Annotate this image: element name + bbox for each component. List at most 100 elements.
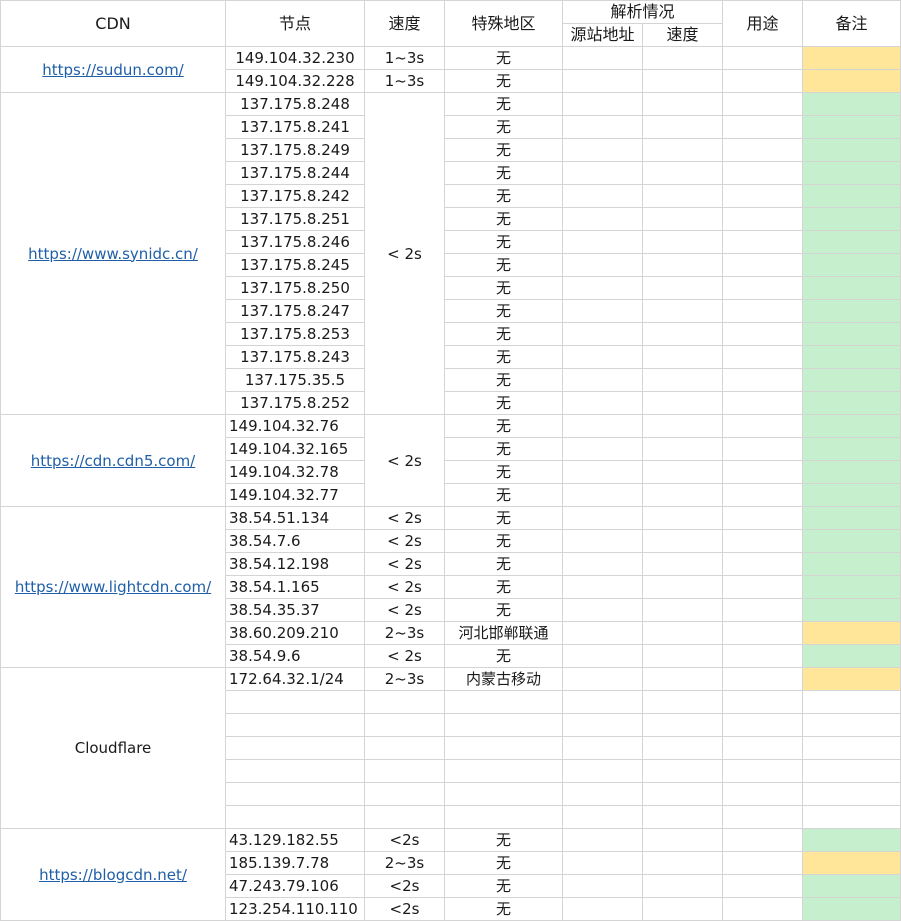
resolve-speed-cell: [642, 598, 723, 622]
resolve-speed-cell: [642, 667, 723, 691]
usage-cell: [722, 322, 803, 346]
speed-cell: [364, 782, 445, 806]
header-node: 节点: [225, 0, 365, 47]
usage-cell: [722, 897, 803, 921]
cdn-link[interactable]: https://www.synidc.cn/: [28, 245, 198, 263]
header-speed: 速度: [364, 0, 445, 47]
node-cell: [225, 782, 365, 806]
origin-cell: [562, 230, 643, 254]
resolve-speed-cell: [642, 506, 723, 530]
origin-cell: [562, 69, 643, 93]
cdn-cell[interactable]: https://cdn.cdn5.com/: [0, 414, 226, 507]
speed-cell: < 2s: [364, 598, 445, 622]
cdn-link[interactable]: https://blogcdn.net/: [39, 866, 187, 884]
resolve-speed-cell: [642, 437, 723, 461]
cdn-cell[interactable]: https://www.synidc.cn/: [0, 92, 226, 415]
note-cell: [802, 345, 901, 369]
header-usage: 用途: [722, 0, 803, 47]
resolve-speed-cell: [642, 391, 723, 415]
node-cell: 137.175.35.5: [225, 368, 365, 392]
origin-cell: [562, 322, 643, 346]
resolve-speed-cell: [642, 828, 723, 852]
note-cell: [802, 115, 901, 139]
speed-cell: < 2s: [364, 506, 445, 530]
table-body: https://sudun.com/149.104.32.230 1~3s 无 149…: [0, 46, 901, 921]
cdn-cell[interactable]: https://blogcdn.net/: [0, 828, 226, 921]
node-cell: 47.243.79.106: [225, 874, 365, 898]
usage-cell: [722, 184, 803, 208]
note-cell: [802, 874, 901, 898]
usage-cell: [722, 437, 803, 461]
origin-cell: [562, 161, 643, 185]
region-cell: 无: [444, 552, 563, 576]
cdn-link[interactable]: https://cdn.cdn5.com/: [31, 452, 196, 470]
region-cell: 无: [444, 345, 563, 369]
node-cell: [225, 690, 365, 714]
node-cell: 38.54.1.165: [225, 575, 365, 599]
region-cell: 无: [444, 253, 563, 277]
node-cell: 38.54.35.37: [225, 598, 365, 622]
region-cell: 无: [444, 506, 563, 530]
cdn-link[interactable]: https://www.lightcdn.com/: [15, 578, 211, 596]
usage-cell: [722, 667, 803, 691]
note-cell: [802, 552, 901, 576]
note-cell: [802, 897, 901, 921]
cdn-cell[interactable]: https://www.lightcdn.com/: [0, 506, 226, 668]
header-note: 备注: [802, 0, 901, 47]
speed-cell: 1~3s: [364, 46, 445, 70]
note-cell: [802, 253, 901, 277]
origin-cell: [562, 414, 643, 438]
node-cell: 149.104.32.78: [225, 460, 365, 484]
speed-cell: 1~3s: [364, 69, 445, 93]
speed-cell: 2~3s: [364, 621, 445, 645]
note-cell: [802, 46, 901, 70]
resolve-speed-cell: [642, 552, 723, 576]
header-resolve: 解析情况: [562, 0, 723, 24]
resolve-speed-cell: [642, 644, 723, 668]
resolve-speed-cell: [642, 115, 723, 139]
note-cell: [802, 598, 901, 622]
origin-cell: [562, 138, 643, 162]
speed-cell: [364, 759, 445, 783]
origin-cell: [562, 644, 643, 668]
origin-cell: [562, 46, 643, 70]
note-cell: [802, 299, 901, 323]
region-cell: 无: [444, 598, 563, 622]
region-cell: 无: [444, 138, 563, 162]
note-cell: [802, 529, 901, 553]
region-cell: 无: [444, 644, 563, 668]
note-cell: [802, 690, 901, 714]
usage-cell: [722, 621, 803, 645]
cdn-cell: Cloudflare: [0, 667, 226, 829]
note-cell: [802, 667, 901, 691]
region-cell: 无: [444, 299, 563, 323]
node-cell: 137.175.8.253: [225, 322, 365, 346]
note-cell: [802, 460, 901, 484]
usage-cell: [722, 874, 803, 898]
node-cell: 137.175.8.248: [225, 92, 365, 116]
node-cell: [225, 713, 365, 737]
usage-cell: [722, 69, 803, 93]
note-cell: [802, 368, 901, 392]
cdn-link[interactable]: https://sudun.com/: [42, 61, 183, 79]
region-cell: 无: [444, 184, 563, 208]
resolve-speed-cell: [642, 322, 723, 346]
region-cell: 内蒙古移动: [444, 667, 563, 691]
cdn-cell[interactable]: https://sudun.com/: [0, 46, 226, 93]
origin-cell: [562, 690, 643, 714]
origin-cell: [562, 897, 643, 921]
note-cell: [802, 782, 901, 806]
note-cell: [802, 391, 901, 415]
resolve-speed-cell: [642, 805, 723, 829]
usage-cell: [722, 161, 803, 185]
note-cell: [802, 805, 901, 829]
origin-cell: [562, 391, 643, 415]
node-cell: 38.54.51.134: [225, 506, 365, 530]
region-cell: 无: [444, 368, 563, 392]
origin-cell: [562, 437, 643, 461]
note-cell: [802, 483, 901, 507]
region-cell: 无: [444, 115, 563, 139]
region-cell: 无: [444, 414, 563, 438]
resolve-speed-cell: [642, 483, 723, 507]
origin-cell: [562, 736, 643, 760]
